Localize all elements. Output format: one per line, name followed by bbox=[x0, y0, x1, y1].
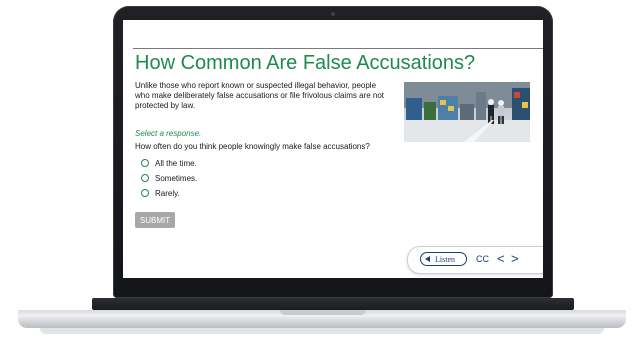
laptop-scene: How Common Are False Accusations? Unlike… bbox=[0, 0, 644, 345]
listen-label: Listen bbox=[435, 254, 455, 264]
laptop-hinge bbox=[92, 298, 574, 310]
radio-button-icon[interactable] bbox=[141, 159, 149, 167]
warehouse-workers-photo bbox=[404, 82, 530, 142]
webcam-icon bbox=[331, 12, 335, 16]
laptop-opening-notch bbox=[280, 310, 366, 315]
option-label: Sometimes. bbox=[155, 173, 198, 183]
option-all-the-time[interactable]: All the time. bbox=[141, 157, 197, 169]
option-sometimes[interactable]: Sometimes. bbox=[141, 172, 197, 184]
submit-button[interactable]: SUBMIT bbox=[135, 212, 175, 228]
header-divider bbox=[133, 48, 543, 49]
next-page-icon[interactable]: > bbox=[511, 251, 519, 267]
course-screen: How Common Are False Accusations? Unlike… bbox=[123, 20, 543, 278]
player-controls: Listen CC < > bbox=[407, 246, 543, 274]
closed-captions-button[interactable]: CC bbox=[476, 254, 489, 264]
intro-paragraph: Unlike those who report known or suspect… bbox=[135, 81, 385, 110]
play-audio-icon bbox=[425, 256, 430, 262]
option-label: Rarely. bbox=[155, 188, 180, 198]
listen-button[interactable]: Listen bbox=[420, 252, 467, 266]
radio-button-icon[interactable] bbox=[141, 174, 149, 182]
instruction-text: Select a response. bbox=[135, 129, 202, 138]
laptop-base-shadow bbox=[40, 328, 604, 334]
radio-button-icon[interactable] bbox=[141, 189, 149, 197]
question-text: How often do you think people knowingly … bbox=[135, 142, 370, 151]
previous-page-icon[interactable]: < bbox=[497, 251, 505, 267]
page-title: How Common Are False Accusations? bbox=[135, 52, 476, 74]
option-rarely[interactable]: Rarely. bbox=[141, 187, 197, 199]
response-options: All the time. Sometimes. Rarely. bbox=[141, 157, 197, 202]
warehouse-illustration bbox=[404, 82, 530, 142]
laptop-screen-bezel: How Common Are False Accusations? Unlike… bbox=[113, 6, 553, 298]
option-label: All the time. bbox=[155, 158, 197, 168]
